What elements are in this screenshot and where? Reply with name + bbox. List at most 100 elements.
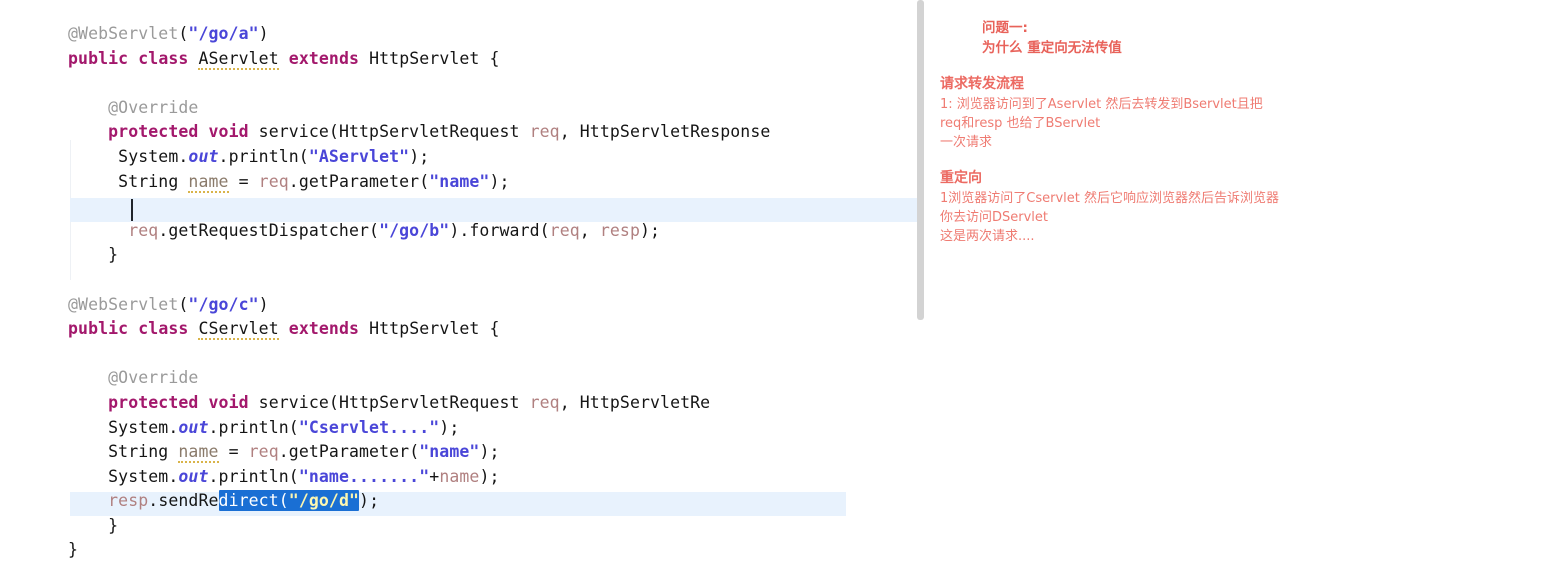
code-line[interactable]: @Override <box>68 366 770 391</box>
code-line[interactable] <box>68 342 770 367</box>
code-token: resp <box>108 491 149 511</box>
code-token: System. <box>108 146 189 166</box>
code-line[interactable]: req.getRequestDispatcher("/go/b").forwar… <box>68 219 770 244</box>
code-line[interactable] <box>68 268 770 293</box>
note-block: 问题一: 为什么 重定向无法传值 <box>940 18 1520 58</box>
note-line: 一次请求 <box>940 135 993 150</box>
code-token: "name......." <box>298 466 430 486</box>
note-line: req和resp 也给了BServlet <box>940 116 1101 131</box>
code-line[interactable]: @WebServlet("/go/c") <box>68 293 770 318</box>
code-line[interactable]: String name = req.getParameter("name"); <box>68 170 770 195</box>
code-token: .println( <box>218 146 309 166</box>
note-block: 重定向 1浏览器访问了Cservlet 然后它响应浏览器然后告诉浏览器 你去访问DS… <box>940 168 1520 246</box>
code-token: AServlet <box>198 48 279 70</box>
code-token: req <box>128 220 159 240</box>
code-token: ( <box>178 24 189 43</box>
code-token: out <box>188 146 219 166</box>
code-line[interactable]: @WebServlet("/go/a") <box>68 22 770 47</box>
code-line[interactable]: @Override <box>68 96 770 121</box>
code-token: "/go/a" <box>188 24 259 43</box>
code-token: @WebServlet <box>68 294 179 314</box>
code-line[interactable]: System.out.println("name......."+name); <box>68 465 770 490</box>
code-token: @Override <box>108 97 199 117</box>
code-token: name <box>439 466 480 486</box>
code-token: "name" <box>419 442 480 462</box>
code-token: class <box>138 319 189 339</box>
code-token: ); <box>359 491 380 511</box>
code-token: req <box>258 171 289 191</box>
code-token: "/go/b" <box>379 220 450 240</box>
note-line: 这是两次请求.... <box>940 229 1035 244</box>
code-line[interactable]: public class CServlet extends HttpServle… <box>68 317 770 342</box>
code-token: ) <box>258 24 269 43</box>
note-block: 请求转发流程 1: 浏览器访问到了Aservlet 然后去转发到Bservlet且… <box>940 74 1520 152</box>
code-token: .getRequestDispatcher( <box>158 220 380 240</box>
note-line: 问题一: <box>982 20 1028 36</box>
note-line: 请求转发流程 <box>940 76 1024 92</box>
code-token: class <box>138 48 189 68</box>
code-token: ); <box>489 171 510 191</box>
code-line[interactable]: resp.sendRedirect("/go/d"); <box>68 489 770 514</box>
code-token: System. <box>108 466 179 486</box>
editor-vertical-scrollbar[interactable] <box>917 0 924 320</box>
code-token: String <box>108 442 179 462</box>
code-token: ); <box>409 146 430 166</box>
code-token: = <box>228 171 259 191</box>
code-token: protected <box>108 392 199 412</box>
code-token: extends <box>288 48 360 68</box>
code-line[interactable] <box>68 194 770 219</box>
code-token: , HttpServletRe <box>559 392 711 412</box>
code-token: service(HttpServletRequest <box>248 122 530 142</box>
code-token: out <box>178 417 209 437</box>
code-text[interactable]: @WebServlet("/go/a") public class AServle… <box>68 22 770 563</box>
code-line[interactable] <box>68 71 770 96</box>
code-line[interactable]: System.out.println("AServlet"); <box>68 145 770 170</box>
code-token: @WebServlet <box>68 24 179 43</box>
code-token: "AServlet" <box>308 146 410 166</box>
code-token: resp <box>599 220 640 240</box>
code-line[interactable]: } <box>68 243 770 268</box>
code-token: , HttpServletResponse <box>559 122 771 142</box>
code-token: HttpServlet { <box>369 319 500 339</box>
code-line[interactable]: protected void service(HttpServletReques… <box>68 391 770 416</box>
code-line[interactable]: } <box>68 514 770 539</box>
code-token: protected <box>108 122 199 142</box>
code-line[interactable]: String name = req.getParameter("name"); <box>68 440 770 465</box>
code-editor-pane[interactable]: @WebServlet("/go/a") public class AServle… <box>0 0 918 582</box>
note-line: 重定向 <box>940 170 982 186</box>
code-token: ( <box>178 294 189 314</box>
code-token: "name" <box>429 171 490 191</box>
code-token: , <box>579 220 600 240</box>
code-token: } <box>68 540 79 560</box>
code-token: @Override <box>108 368 199 388</box>
code-token: ); <box>439 417 460 437</box>
code-token: service(HttpServletRequest <box>248 392 530 412</box>
code-token: req <box>549 220 580 240</box>
code-line[interactable]: System.out.println("Cservlet...."); <box>68 416 770 441</box>
code-token: direct( <box>218 491 289 511</box>
code-token: } <box>108 515 119 535</box>
code-line[interactable]: protected void service(HttpServletReques… <box>68 120 770 145</box>
code-token: .println( <box>208 417 299 437</box>
code-token: .getParameter( <box>288 171 430 191</box>
note-line: 你去访问DServlet <box>940 210 1049 225</box>
code-token: name <box>178 442 219 464</box>
code-token: "/go/c" <box>188 294 259 314</box>
code-line[interactable]: public class AServlet extends HttpServle… <box>68 47 770 72</box>
code-token: HttpServlet { <box>369 48 500 68</box>
code-line[interactable]: } <box>68 538 770 563</box>
text-selection[interactable]: direct("/go/d" <box>218 490 360 512</box>
code-token: void <box>208 392 249 412</box>
